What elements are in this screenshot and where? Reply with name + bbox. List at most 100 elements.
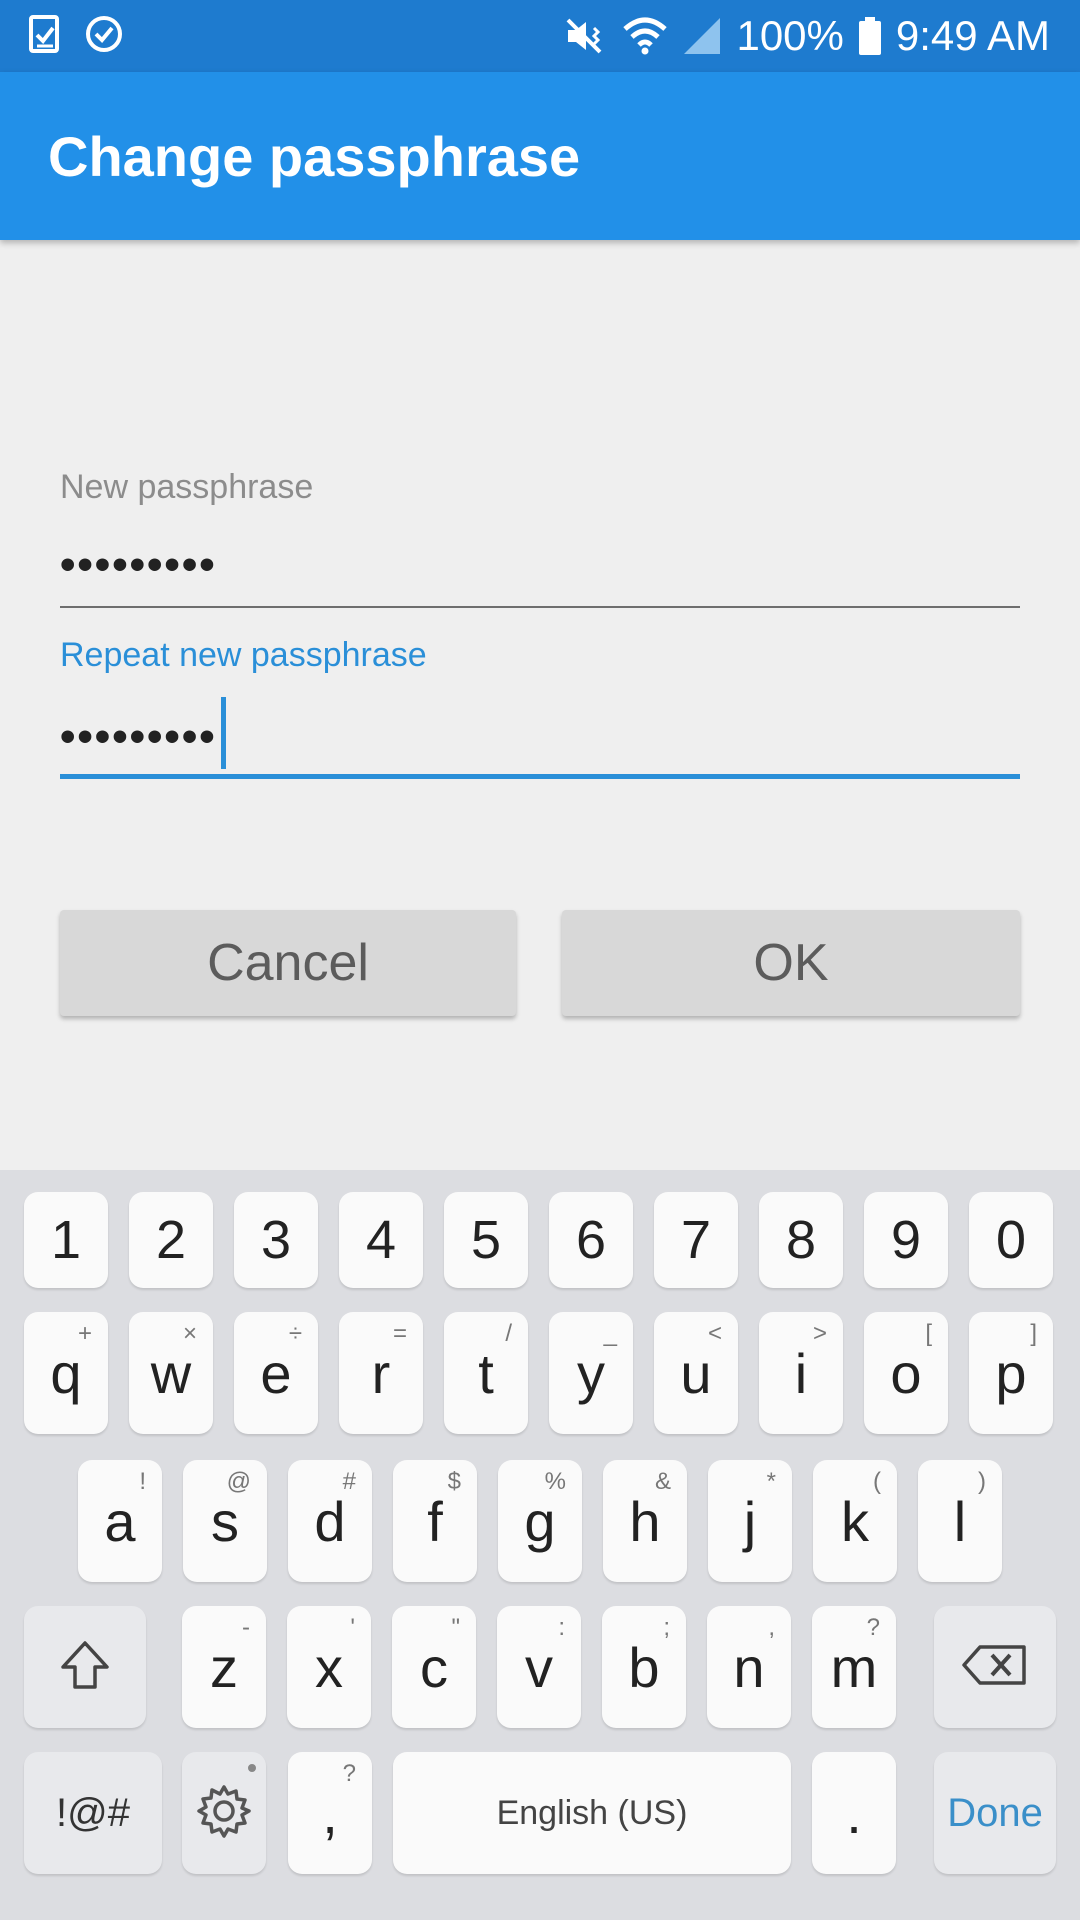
check-circle-icon xyxy=(84,14,124,59)
settings-key[interactable] xyxy=(182,1752,266,1874)
backspace-key[interactable] xyxy=(934,1606,1056,1728)
key-p[interactable]: p] xyxy=(969,1312,1053,1434)
status-time: 9:49 AM xyxy=(895,12,1050,59)
key-secondary-char: % xyxy=(544,1468,566,1495)
key-char: w xyxy=(150,1341,192,1405)
key-r[interactable]: r = xyxy=(339,1312,423,1434)
key-char: a xyxy=(104,1489,136,1553)
key-char: 6 xyxy=(575,1210,607,1270)
key-a[interactable]: a! xyxy=(78,1460,162,1582)
signal-icon xyxy=(682,16,722,56)
key-l[interactable]: l) xyxy=(918,1460,1002,1582)
key-secondary-char: _ xyxy=(603,1320,617,1347)
key-comma-char: , xyxy=(322,1781,338,1845)
key-m[interactable]: m? xyxy=(812,1606,896,1728)
space-key-label: English (US) xyxy=(496,1793,688,1832)
key-o[interactable]: o[ xyxy=(864,1312,948,1434)
key-char: 9 xyxy=(890,1210,922,1270)
key-secondary-char: + xyxy=(77,1320,92,1347)
key-0[interactable]: 0 xyxy=(969,1192,1053,1288)
key-char: 1 xyxy=(50,1210,82,1270)
key-n[interactable]: n, xyxy=(707,1606,791,1728)
key-secondary-char: : xyxy=(558,1614,565,1641)
key-char: o xyxy=(890,1341,922,1405)
status-bar: 100% 9:49 AM xyxy=(0,0,1080,72)
key-t[interactable]: t / xyxy=(444,1312,528,1434)
done-key[interactable]: Done xyxy=(934,1752,1056,1874)
space-key[interactable]: English (US) xyxy=(393,1752,791,1874)
key-s[interactable]: s @ xyxy=(183,1460,267,1582)
key-secondary-char: ' xyxy=(350,1614,355,1641)
key-e[interactable]: e ÷ xyxy=(234,1312,318,1434)
key-secondary-char: ÷ xyxy=(288,1320,302,1347)
key-1[interactable]: 1 xyxy=(24,1192,108,1288)
key-period-char: . xyxy=(846,1781,862,1845)
key-char: s xyxy=(211,1489,239,1553)
key-char: 5 xyxy=(470,1210,502,1270)
key-5[interactable]: 5 xyxy=(444,1192,528,1288)
key-u[interactable]: u < xyxy=(654,1312,738,1434)
settings-dot xyxy=(248,1764,256,1772)
cancel-button[interactable]: Cancel xyxy=(60,910,516,1016)
key-char: k xyxy=(841,1489,869,1553)
key-char: i xyxy=(794,1341,808,1405)
soft-keyboard: !@# , ? English (US) . Done 1 2 3 4 5 6 7 8 9 0 q +… xyxy=(0,1170,1080,1920)
key-secondary-char: & xyxy=(654,1468,671,1495)
key-z[interactable]: z- xyxy=(182,1606,266,1728)
new-passphrase-input[interactable]: ••••••••• xyxy=(60,540,217,590)
symbols-key[interactable]: !@# xyxy=(24,1752,162,1874)
key-secondary-char: ! xyxy=(139,1468,146,1495)
key-c[interactable]: c " xyxy=(392,1606,476,1728)
battery-percent: 100% xyxy=(736,12,844,59)
key-secondary-char: ? xyxy=(866,1614,880,1641)
ok-button[interactable]: OK xyxy=(562,910,1020,1016)
key-secondary-char: ] xyxy=(1030,1320,1037,1347)
key-h[interactable]: h & xyxy=(603,1460,687,1582)
key-x[interactable]: x ' xyxy=(287,1606,371,1728)
key-secondary-char: @ xyxy=(226,1468,251,1495)
key-secondary-char: - xyxy=(242,1614,250,1641)
key-d[interactable]: d # xyxy=(288,1460,372,1582)
key-comma[interactable]: , ? xyxy=(288,1752,372,1874)
key-j[interactable]: j * xyxy=(708,1460,792,1582)
key-4[interactable]: 4 xyxy=(339,1192,423,1288)
key-char: j xyxy=(743,1489,757,1553)
key-char: p xyxy=(995,1341,1027,1405)
repeat-passphrase-input[interactable]: ••••••••• xyxy=(60,712,217,762)
task-icon xyxy=(28,14,62,59)
key-k[interactable]: k( xyxy=(813,1460,897,1582)
key-i[interactable]: i > xyxy=(759,1312,843,1434)
key-6[interactable]: 6 xyxy=(549,1192,633,1288)
key-secondary-char: * xyxy=(766,1468,776,1495)
key-2[interactable]: 2 xyxy=(129,1192,213,1288)
page-title: Change passphrase xyxy=(48,125,581,188)
key-g[interactable]: g% xyxy=(498,1460,582,1582)
key-secondary-char: = xyxy=(392,1320,407,1347)
key-secondary-char: # xyxy=(342,1468,356,1495)
key-3[interactable]: 3 xyxy=(234,1192,318,1288)
key-char: 3 xyxy=(260,1210,292,1270)
new-passphrase-label: New passphrase xyxy=(60,468,314,506)
key-char: 2 xyxy=(155,1210,187,1270)
key-secondary-char: > xyxy=(812,1320,827,1347)
key-v[interactable]: v: xyxy=(497,1606,581,1728)
key-f[interactable]: f $ xyxy=(393,1460,477,1582)
key-w[interactable]: w × xyxy=(129,1312,213,1434)
key-char: d xyxy=(314,1489,346,1553)
key-q[interactable]: q + xyxy=(24,1312,108,1434)
key-char: e xyxy=(260,1341,292,1405)
key-period[interactable]: . xyxy=(812,1752,896,1874)
repeat-passphrase-underline xyxy=(60,774,1020,779)
key-b[interactable]: b; xyxy=(602,1606,686,1728)
shift-icon xyxy=(57,1637,113,1698)
key-8[interactable]: 8 xyxy=(759,1192,843,1288)
key-char: 8 xyxy=(785,1210,817,1270)
key-7[interactable]: 7 xyxy=(654,1192,738,1288)
shift-key[interactable] xyxy=(24,1606,146,1728)
key-secondary-char: / xyxy=(505,1320,512,1347)
key-char: m xyxy=(830,1635,878,1699)
key-y[interactable]: y _ xyxy=(549,1312,633,1434)
key-secondary-char: $ xyxy=(447,1468,461,1495)
key-9[interactable]: 9 xyxy=(864,1192,948,1288)
key-char: n xyxy=(733,1635,765,1699)
